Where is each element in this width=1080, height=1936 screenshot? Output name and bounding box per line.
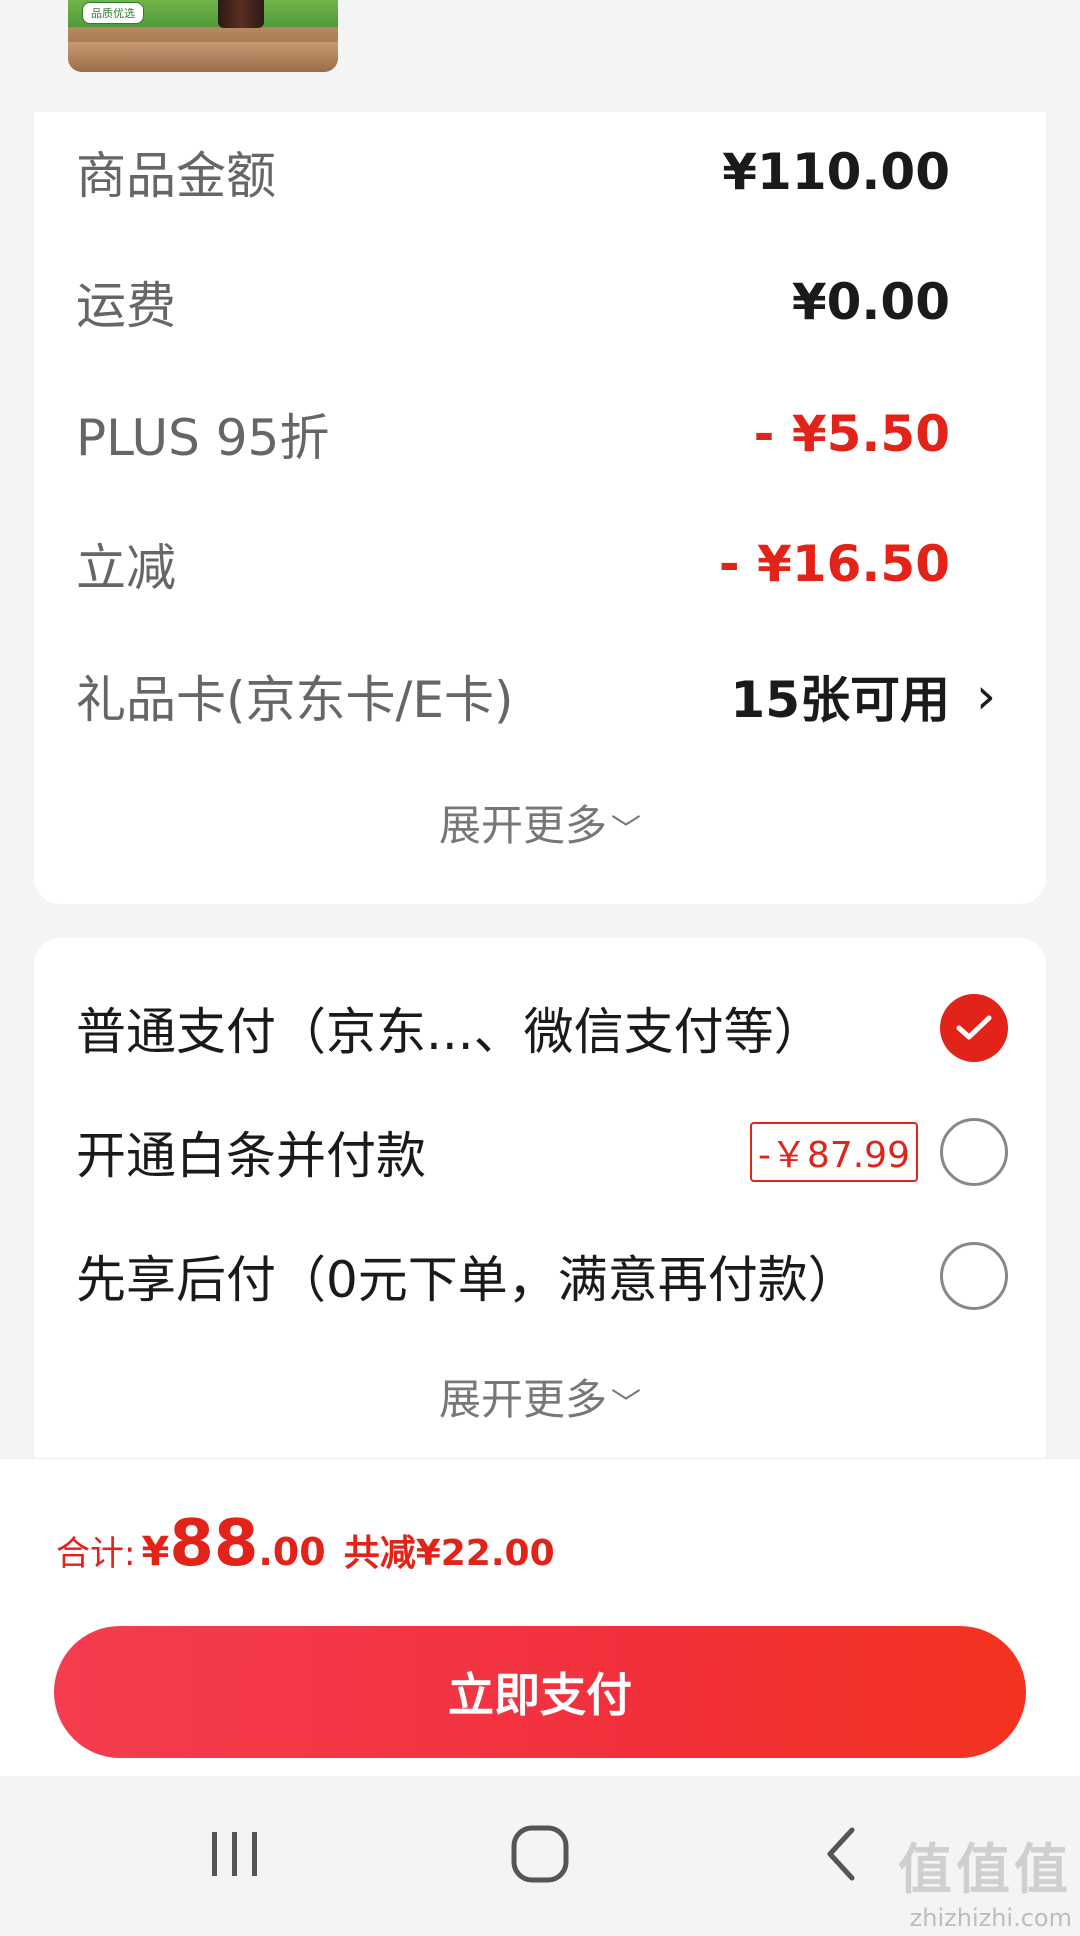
payment-option-label: 先享后付（0元下单，满意再付款） [76, 1251, 858, 1309]
payment-option-baitiao[interactable]: 开通白条并付款 -￥87.99 [76, 1112, 1008, 1192]
total-integer: 88 [169, 1507, 259, 1581]
price-value: - ¥16.50 [718, 535, 950, 593]
site-watermark: 值值值 zhizhizhi.com [898, 1825, 1072, 1932]
chevron-down-icon: ﹀ [611, 813, 641, 848]
order-total: 合计: ¥ 88 .00 共减¥22.00 [56, 1507, 555, 1581]
payment-option-normal[interactable]: 普通支付（京东...、微信支付等） [76, 988, 1008, 1068]
price-row-goods-amount: 商品金额 ¥110.00 [76, 132, 950, 212]
expand-more-payment[interactable]: 展开更多 ﹀ [34, 1366, 1046, 1427]
payment-option-label: 开通白条并付款 [76, 1127, 426, 1185]
price-value: ¥110.00 [722, 143, 950, 201]
wine-bottle-image [218, 0, 264, 28]
back-icon[interactable] [808, 1824, 878, 1884]
price-row-gift-card[interactable]: 礼品卡(京东卡/E卡) 15张可用 › [76, 656, 996, 736]
chevron-right-icon: › [976, 667, 996, 725]
price-row-shipping: 运费 ¥0.00 [76, 262, 950, 342]
price-label: 立减 [76, 539, 176, 597]
payment-method-card: 普通支付（京东...、微信支付等） 开通白条并付款 -￥87.99 先享后付（0… [34, 938, 1046, 1458]
price-label: PLUS 95折 [76, 409, 330, 467]
product-thumbnail[interactable]: 品质优选 [68, 0, 338, 72]
total-decimal: .00 [258, 1530, 326, 1574]
price-value: ¥0.00 [791, 273, 950, 331]
price-row-instant-discount: 立减 - ¥16.50 [76, 524, 950, 604]
system-nav-bar: 值值值 zhizhizhi.com [0, 1776, 1080, 1936]
chevron-down-icon: ﹀ [611, 1387, 641, 1422]
gift-card-count: 15张可用 [730, 671, 950, 729]
quality-badge: 品质优选 [82, 2, 144, 24]
total-prefix: 合计: [56, 1534, 136, 1574]
total-currency: ¥ [141, 1529, 170, 1575]
watermark-url: zhizhizhi.com [909, 1904, 1072, 1932]
price-row-plus-discount: PLUS 95折 - ¥5.50 [76, 394, 950, 474]
payment-option-label: 普通支付（京东...、微信支付等） [76, 1003, 824, 1061]
price-summary-card: 商品金额 ¥110.00 运费 ¥0.00 PLUS 95折 - ¥5.50 立… [34, 112, 1046, 904]
price-label: 礼品卡(京东卡/E卡) [76, 671, 514, 729]
thumbnail-background [68, 42, 338, 72]
radio-unchecked-icon[interactable] [940, 1118, 1008, 1186]
total-bar: 合计: ¥ 88 .00 共减¥22.00 [0, 1458, 1080, 1608]
total-saved: 共减¥22.00 [343, 1533, 555, 1574]
expand-label: 展开更多 [438, 801, 607, 850]
watermark-glyphs: 值值值 [898, 1838, 1072, 1901]
expand-more-price[interactable]: 展开更多 ﹀ [34, 792, 1046, 853]
radio-checked-icon[interactable] [940, 994, 1008, 1062]
price-label: 商品金额 [76, 147, 276, 205]
discount-tag: -￥87.99 [749, 1122, 918, 1182]
recent-apps-icon[interactable] [200, 1824, 270, 1884]
expand-label: 展开更多 [438, 1375, 607, 1424]
pay-button-area: 立即支付 [0, 1608, 1080, 1776]
home-icon[interactable] [505, 1824, 575, 1884]
price-value: - ¥5.50 [753, 405, 950, 463]
price-label: 运费 [76, 277, 176, 335]
pay-now-button[interactable]: 立即支付 [54, 1626, 1026, 1758]
radio-unchecked-icon[interactable] [940, 1242, 1008, 1310]
payment-option-pay-later[interactable]: 先享后付（0元下单，满意再付款） [76, 1236, 1008, 1316]
